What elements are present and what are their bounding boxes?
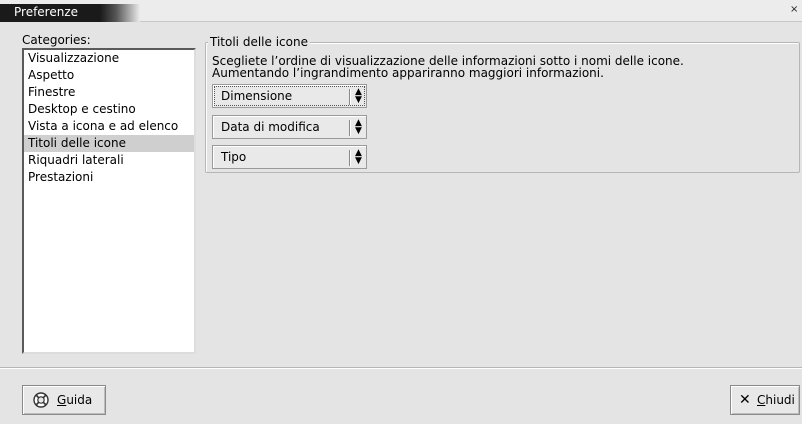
lifebuoy-icon (33, 392, 49, 408)
combo-separator (349, 89, 350, 105)
close-button[interactable]: ✕ Chiudi (730, 385, 800, 415)
close-button-label: Chiudi (757, 393, 795, 407)
caption-combo-1-value: Dimensione (221, 89, 293, 103)
up-down-arrow-icon: ▲ ▼ (355, 87, 362, 105)
categories-label: Categories: (22, 33, 91, 47)
description-line-2: Aumentando l’ingrandimento appariranno m… (212, 66, 604, 80)
caption-combo-2-value: Data di modifica (221, 120, 320, 134)
sidebar-item-visualizzazione[interactable]: Visualizzazione (24, 50, 194, 67)
sidebar-item-riquadri-laterali[interactable]: Riquadri laterali (24, 152, 194, 169)
footer-separator (0, 367, 802, 369)
close-icon: ✕ (739, 392, 751, 408)
help-button-label: Guida (57, 393, 93, 407)
window-title: Preferenze (14, 5, 79, 19)
sidebar-item-prestazioni[interactable]: Prestazioni (24, 169, 194, 186)
up-down-arrow-icon: ▲ ▼ (355, 148, 362, 166)
caption-combo-3[interactable]: Tipo ▲ ▼ (212, 145, 367, 169)
window-titlebar[interactable]: Preferenze × (0, 0, 802, 22)
sidebar-item-titoli-icone[interactable]: Titoli delle icone (24, 135, 194, 152)
combo-separator (349, 150, 350, 166)
sidebar-item-finestre[interactable]: Finestre (24, 84, 194, 101)
panel-title: Titoli delle icone (208, 35, 310, 49)
sidebar-item-desktop-cestino[interactable]: Desktop e cestino (24, 101, 194, 118)
caption-combo-1[interactable]: Dimensione ▲ ▼ (212, 84, 367, 108)
up-down-arrow-icon: ▲ ▼ (355, 118, 362, 136)
categories-label-text: Categories: (22, 33, 91, 47)
window-close-icon[interactable]: × (790, 5, 800, 15)
titlebar-gradient (100, 4, 140, 22)
help-button[interactable]: Guida (22, 385, 106, 415)
panel-description: Scegliete l’ordine di visualizzazione de… (212, 55, 684, 79)
caption-combo-3-value: Tipo (221, 150, 247, 164)
categories-list[interactable]: Visualizzazione Aspetto Finestre Desktop… (22, 48, 196, 354)
sidebar-item-vista-icona-elenco[interactable]: Vista a icona e ad elenco (24, 118, 194, 135)
sidebar-item-aspetto[interactable]: Aspetto (24, 67, 194, 84)
combo-separator (349, 120, 350, 136)
caption-combo-2[interactable]: Data di modifica ▲ ▼ (212, 115, 367, 139)
